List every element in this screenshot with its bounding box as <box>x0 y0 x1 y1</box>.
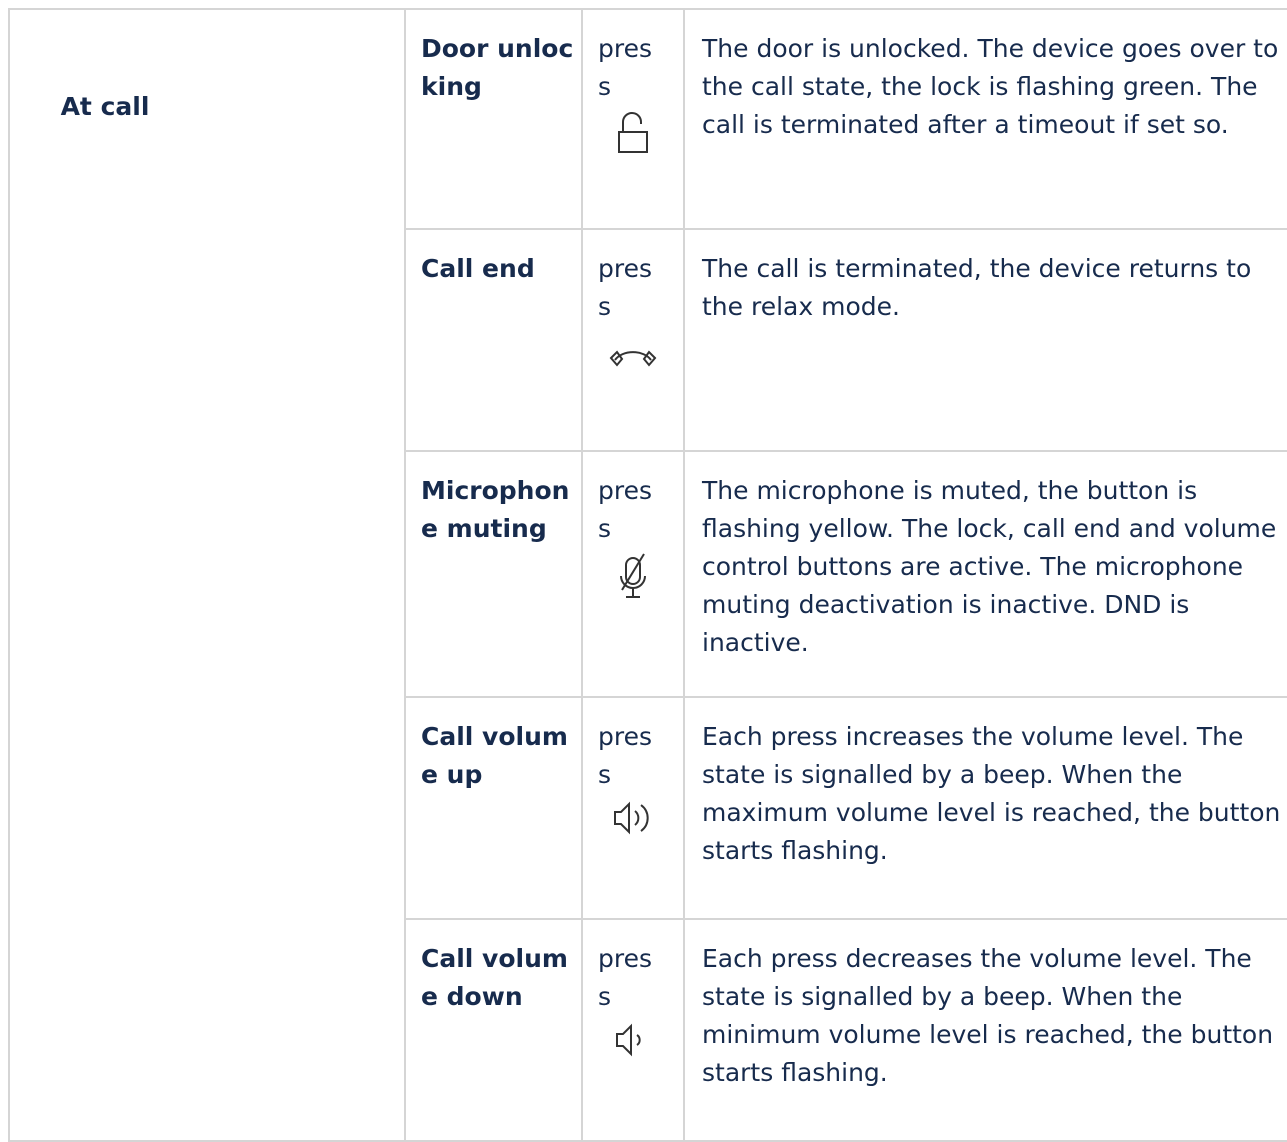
action-cell: press <box>581 918 685 1142</box>
button-functions-table: At call Door unlocking press The door is… <box>8 8 1287 1142</box>
function-name: Call volume up <box>404 696 583 920</box>
action-label: press <box>598 722 653 789</box>
table-row: At call Door unlocking press The door is… <box>8 8 1287 1142</box>
volume-down-icon <box>598 1020 668 1071</box>
microphone-muted-icon <box>598 552 668 615</box>
function-description: The microphone is muted, the button is f… <box>683 450 1287 698</box>
action-label: press <box>598 34 653 101</box>
action-cell: press <box>581 696 685 920</box>
function-name: Call end <box>404 228 583 452</box>
action-cell: press <box>581 228 685 452</box>
function-description: Each press decreases the volume level. T… <box>683 918 1287 1142</box>
function-description: Each press increases the volume level. T… <box>683 696 1287 920</box>
function-description: The call is terminated, the device retur… <box>683 228 1287 452</box>
action-cell: press <box>581 8 685 230</box>
state-cell: At call <box>8 8 406 1142</box>
function-name: Microphone muting <box>404 450 583 698</box>
action-label: press <box>598 944 653 1011</box>
action-label: press <box>598 254 653 321</box>
function-name: Door unlocking <box>404 8 583 230</box>
unlocked-padlock-icon <box>598 110 668 167</box>
hang-up-handset-icon <box>598 340 668 379</box>
function-description: The door is unlocked. The device goes ov… <box>683 8 1287 230</box>
state-label: At call <box>60 92 150 121</box>
function-name: Call volume down <box>404 918 583 1142</box>
action-cell: press <box>581 450 685 698</box>
volume-up-icon <box>598 798 668 849</box>
action-label: press <box>598 476 653 543</box>
